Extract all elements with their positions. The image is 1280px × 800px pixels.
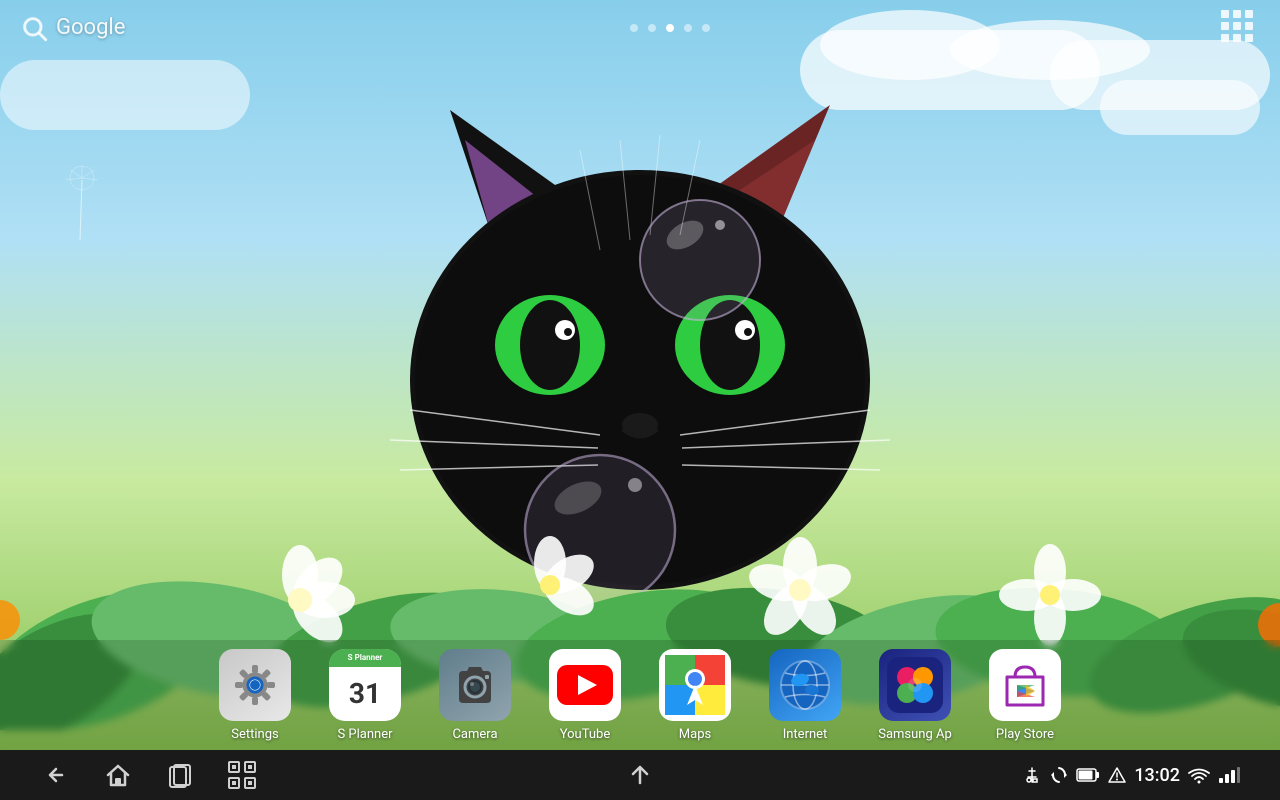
camera-label: Camera [452,727,497,742]
google-label: Google [56,15,125,40]
samsung-apps-label: Samsung Ap [878,727,952,742]
samsung-apps-app[interactable]: Samsung Ap [875,649,955,742]
sync-icon [1050,766,1068,784]
splanner-date: 31 [349,667,381,721]
wifi-icon [1188,766,1210,784]
home-button[interactable] [102,759,134,791]
splanner-month-header: S Planner [329,649,401,667]
playstore-app[interactable]: Play Store [985,649,1065,742]
settings-label: Settings [231,727,278,742]
camera-icon-bg [439,649,511,721]
signal-icon [1218,766,1240,784]
samsung-icon [887,657,943,713]
internet-globe-icon [778,658,832,712]
splanner-label: S Planner [337,727,392,742]
page-indicator [630,24,710,32]
status-bar: 13:02 [1022,765,1240,786]
maps-icon [665,655,725,715]
youtube-icon [555,663,615,707]
maps-label: Maps [679,727,711,742]
google-search-bar[interactable]: Google [20,14,125,42]
page-dot-4 [684,24,692,32]
maps-app[interactable]: Maps [655,649,735,742]
up-arrow-button[interactable] [624,759,656,791]
page-dot-5 [702,24,710,32]
back-button[interactable] [40,759,72,791]
recents-button[interactable] [164,759,196,791]
page-dot-1 [630,24,638,32]
playstore-label: Play Store [996,727,1054,742]
maps-icon-bg [659,649,731,721]
splanner-icon-bg: S Planner 31 [329,649,401,721]
search-icon [20,14,48,42]
warning-icon [1108,766,1126,784]
youtube-label: YouTube [560,727,611,742]
camera-icon [451,665,499,705]
camera-app[interactable]: Camera [435,649,515,742]
home-icon [104,761,132,789]
page-dot-2 [648,24,656,32]
screenshot-button[interactable] [226,759,258,791]
app-dock: Settings S Planner 31 S Planner Camera [0,640,1280,750]
apps-grid-button[interactable] [1214,3,1260,53]
battery-icon [1076,767,1100,783]
nav-bar: 13:02 [0,750,1280,800]
internet-icon-bg [769,649,841,721]
page-dot-3 [666,24,674,32]
dandelion-decoration [60,160,100,244]
samsung-icon-bg [879,649,951,721]
back-icon [42,761,70,789]
settings-icon-bg [219,649,291,721]
up-arrow-icon [626,761,654,789]
recents-icon [166,761,194,789]
youtube-icon-bg [549,649,621,721]
grid-icon [1219,8,1255,44]
usb-icon [1022,765,1042,785]
screenshot-icon [227,760,257,790]
internet-label: Internet [783,727,828,742]
splanner-app[interactable]: S Planner 31 S Planner [325,649,405,742]
settings-gear-icon [230,660,280,710]
playstore-icon-bg [989,649,1061,721]
settings-app[interactable]: Settings [215,649,295,742]
time-display: 13:02 [1134,765,1180,786]
top-bar: Google [0,0,1280,55]
nav-buttons-left [40,759,258,791]
youtube-app[interactable]: YouTube [545,649,625,742]
playstore-icon [997,657,1053,713]
internet-app[interactable]: Internet [765,649,845,742]
